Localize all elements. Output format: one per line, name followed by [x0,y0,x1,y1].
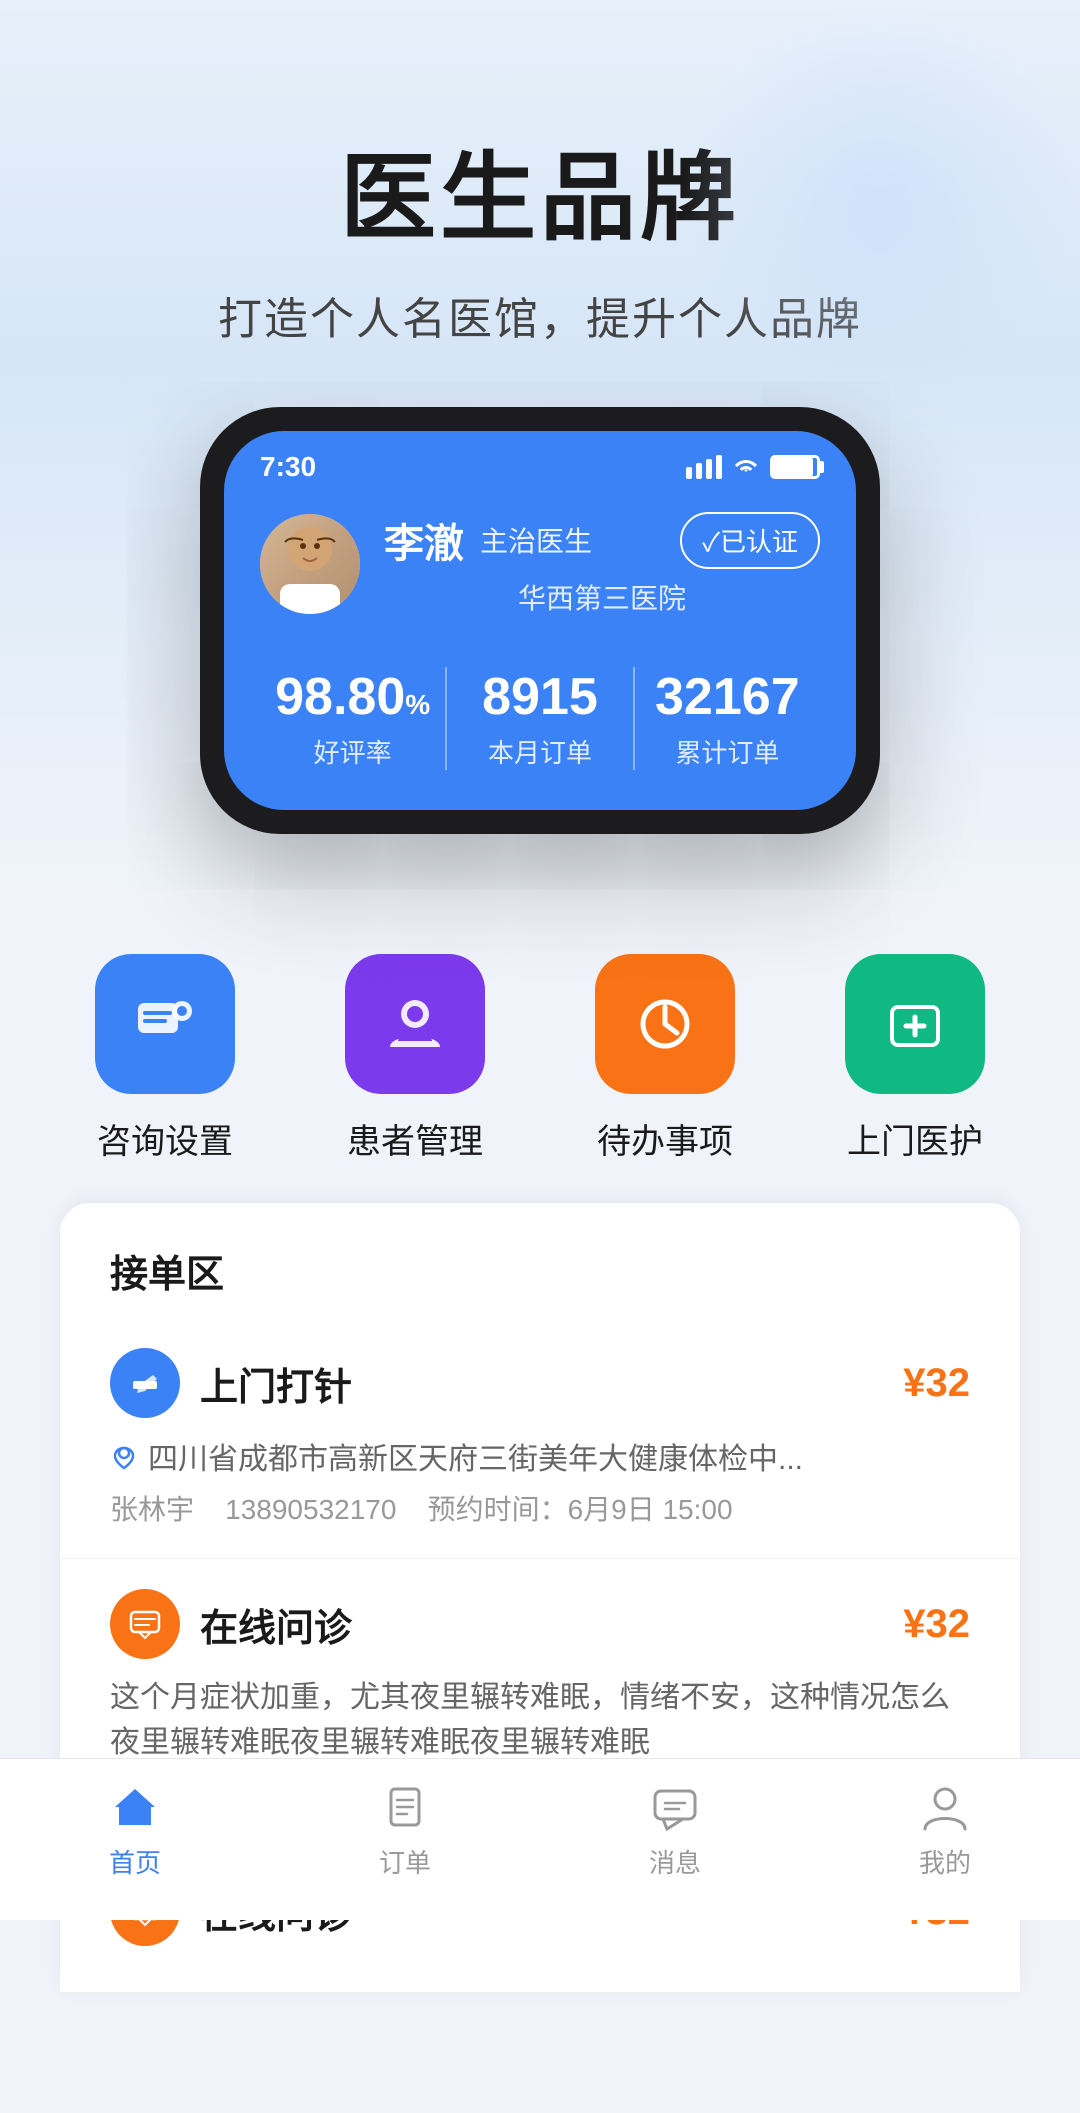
doctor-name: 李澈 [384,511,464,569]
signal-bar-1 [686,467,692,479]
battery-fill [773,458,813,476]
doctor-info: 李澈 主治医生 ✓已认证 华西第三医院 [384,511,820,617]
signal-bar-3 [706,459,712,479]
messages-icon [647,1779,703,1835]
quick-actions: 咨询设置 患者管理 待办事项 [0,894,1080,1203]
nav-profile-label: 我的 [919,1843,971,1880]
hero-bg-decoration [680,0,1080,400]
homecare-icon [845,954,985,1094]
wifi-icon [732,452,760,483]
doctor-title-text: 主治医生 [480,520,592,560]
profile-icon [917,1779,973,1835]
status-icons [686,452,820,483]
patient-icon [345,954,485,1094]
todo-icon [595,954,735,1094]
stat-rating-label: 好评率 [260,733,445,770]
order-type-icon-1 [110,1348,180,1418]
order-name-1: 上门打针 [200,1356,903,1411]
nav-messages[interactable]: 消息 [540,1779,810,1880]
orders-icon [377,1779,433,1835]
percent-sign: % [405,689,430,720]
consult-icon [95,954,235,1094]
order-name-2: 在线问诊 [200,1597,903,1652]
action-todo[interactable]: 待办事项 [595,954,735,1163]
doctor-profile: 李澈 主治医生 ✓已认证 华西第三医院 [224,491,856,647]
nav-profile[interactable]: 我的 [810,1779,1080,1880]
signal-bar-2 [696,463,702,479]
order-type-icon-2 [110,1589,180,1659]
order-phone-1: 13890532170 [225,1494,396,1525]
status-bar: 7:30 [224,431,856,491]
home-icon [107,1779,163,1835]
avatar [260,514,360,614]
stat-total: 32167 累计订单 [635,667,820,770]
order-address-1: 四川省成都市高新区天府三街美年大健康体检中... [110,1434,970,1478]
stat-monthly-label: 本月订单 [447,733,632,770]
stats-row: 98.80% 好评率 8915 本月订单 32167 累计订单 [224,647,856,810]
action-patient[interactable]: 患者管理 [345,954,485,1163]
hero-section: 医生品牌 打造个人名医馆，提升个人品牌 7:30 [0,0,1080,894]
nav-messages-label: 消息 [649,1843,701,1880]
order-meta-1: 张林宇 13890532170 预约时间：6月9日 15:00 [110,1488,970,1528]
patient-label: 患者管理 [347,1114,483,1163]
consult-label: 咨询设置 [97,1114,233,1163]
order-address-text-1: 四川省成都市高新区天府三街美年大健康体检中... [148,1434,803,1478]
action-consult[interactable]: 咨询设置 [95,954,235,1163]
verified-badge: ✓已认证 [680,512,820,569]
order-price-2: ¥32 [903,1602,970,1647]
signal-icon [686,455,722,479]
stat-rating: 98.80% 好评率 [260,667,447,770]
order-top-2: 在线问诊 ¥32 [110,1589,970,1659]
order-price-1: ¥32 [903,1361,970,1406]
signal-bar-4 [716,455,722,479]
nav-home[interactable]: 首页 [0,1779,270,1880]
location-icon-1 [110,1442,138,1470]
stat-rating-value: 98.80% [260,667,445,727]
stat-monthly-value: 8915 [447,667,632,727]
action-homecare[interactable]: 上门医护 [845,954,985,1163]
order-patient-1: 张林宇 [110,1494,194,1525]
stat-total-value: 32167 [635,667,820,727]
order-section-title: 接单区 [60,1203,1020,1318]
doctor-name-row: 李澈 主治医生 ✓已认证 [384,511,820,569]
stat-monthly: 8915 本月订单 [447,667,634,770]
nav-home-label: 首页 [109,1843,161,1880]
phone-time: 7:30 [260,451,316,483]
battery-icon [770,455,820,479]
nav-orders[interactable]: 订单 [270,1779,540,1880]
phone-screen: 7:30 [224,431,856,810]
doctor-hospital: 华西第三医院 [384,577,820,617]
todo-label: 待办事项 [597,1114,733,1163]
order-top-1: 上门打针 ¥32 [110,1348,970,1418]
order-item-1[interactable]: 上门打针 ¥32 四川省成都市高新区天府三街美年大健康体检中... 张林宇 13… [60,1318,1020,1559]
order-appointment-1: 预约时间：6月9日 15:00 [428,1494,733,1525]
order-detail-2: 这个月症状加重，尤其夜里辗转难眠，情绪不安，这种情况怎么夜里辗转难眠夜里辗转难眠… [110,1675,970,1765]
nav-orders-label: 订单 [379,1843,431,1880]
stat-total-label: 累计订单 [635,733,820,770]
homecare-label: 上门医护 [847,1114,983,1163]
bottom-nav: 首页 订单 消息 我的 [0,1758,1080,1920]
phone-mockup-container: 7:30 [0,407,1080,834]
avatar-image [260,514,360,614]
bottom-spacer [0,1993,1080,2113]
phone-mockup: 7:30 [200,407,880,834]
